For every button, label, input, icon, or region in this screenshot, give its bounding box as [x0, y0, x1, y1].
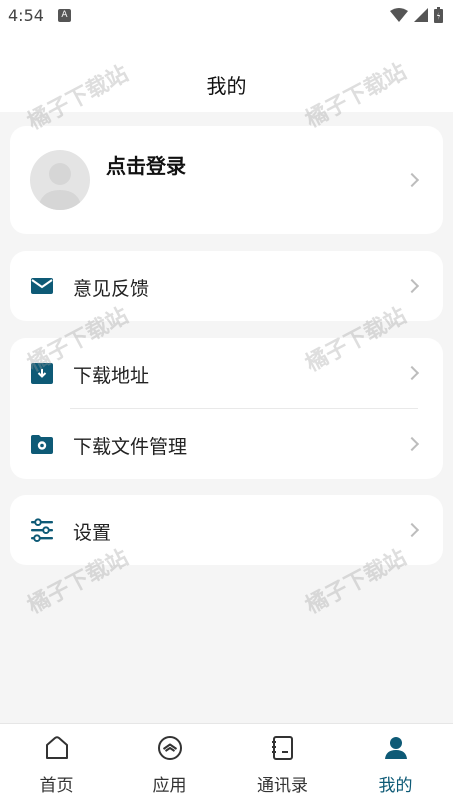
status-bar: 4:54 A: [0, 0, 453, 32]
tab-apps[interactable]: 应用: [113, 724, 226, 807]
settings-card: 设置: [10, 495, 443, 565]
sliders-icon: [31, 518, 53, 542]
contacts-icon: [272, 736, 293, 760]
tab-label: 首页: [39, 776, 74, 796]
settings-label: 设置: [73, 522, 112, 544]
avatar-placeholder-icon: [38, 163, 82, 210]
feedback-label: 意见反馈: [73, 278, 150, 300]
chevron-right-icon: [404, 522, 420, 538]
download-path-label: 下载地址: [73, 365, 150, 387]
apps-icon: [158, 736, 182, 760]
mail-icon: [31, 278, 53, 294]
download-manager-row[interactable]: 下载文件管理: [10, 409, 443, 479]
battery-icon: [434, 7, 443, 23]
chevron-right-icon: [404, 365, 420, 381]
chevron-right-icon: [404, 278, 420, 294]
login-label: 点击登录: [106, 154, 186, 178]
tab-label: 应用: [152, 776, 187, 796]
title-bar: 我的: [0, 32, 453, 112]
avatar: [30, 150, 90, 210]
download-manager-label: 下载文件管理: [73, 436, 188, 458]
tab-home[interactable]: 首页: [0, 724, 113, 807]
folder-settings-icon: [31, 435, 53, 454]
notification-icon: A: [58, 9, 71, 22]
status-time: 4:54: [8, 6, 44, 25]
chevron-right-icon: [404, 172, 420, 188]
signal-icon: [414, 8, 428, 22]
tab-contacts[interactable]: 通讯录: [226, 724, 339, 807]
page-title: 我的: [206, 74, 247, 98]
profile-icon: [385, 737, 407, 759]
download-card: 下载地址 下载文件管理: [10, 338, 443, 479]
download-path-row[interactable]: 下载地址: [10, 338, 443, 408]
status-icons: [390, 7, 443, 23]
bottom-tab-bar: 首页 应用 通讯录 我的: [0, 723, 453, 807]
tab-label: 通讯录: [257, 776, 308, 796]
login-card[interactable]: 点击登录: [10, 126, 443, 234]
home-icon: [46, 736, 68, 759]
feedback-card: 意见反馈: [10, 251, 443, 321]
feedback-row[interactable]: 意见反馈: [10, 251, 443, 321]
tab-profile[interactable]: 我的: [339, 724, 452, 807]
wifi-icon: [390, 8, 408, 22]
settings-row[interactable]: 设置: [10, 495, 443, 565]
chevron-right-icon: [404, 436, 420, 452]
tab-label: 我的: [378, 776, 413, 796]
download-folder-icon: [31, 363, 53, 384]
